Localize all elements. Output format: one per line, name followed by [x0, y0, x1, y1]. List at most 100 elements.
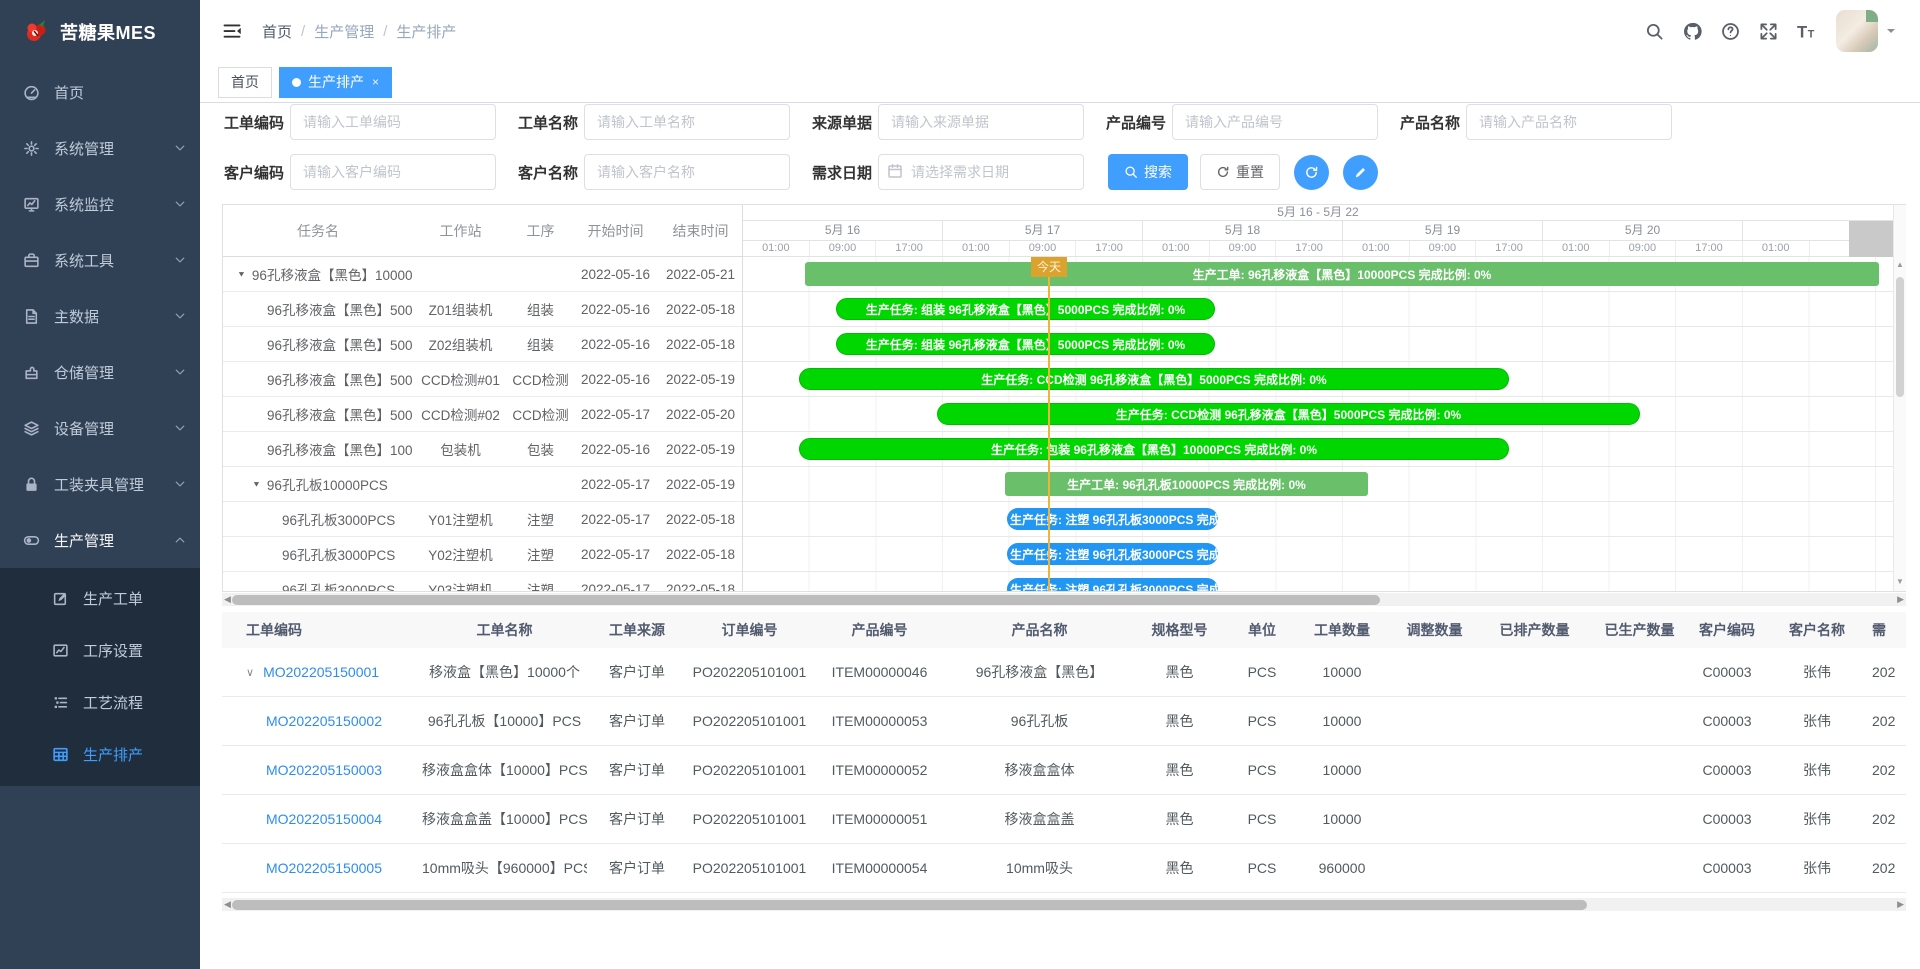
sidebar-item-system-mgmt[interactable]: 系统管理 — [0, 120, 200, 176]
table-row[interactable]: MO202205150003移液盒盒体【10000】PCS客户订单PO20220… — [222, 746, 1906, 795]
tab-label: 首页 — [231, 72, 259, 92]
search-button[interactable]: 搜索 — [1108, 154, 1188, 190]
work-order-link[interactable]: MO202205150004 — [266, 811, 382, 827]
sidebar-item-work-order[interactable]: 生产工单 — [0, 572, 200, 624]
breadcrumb-production[interactable]: 生产管理 — [314, 21, 374, 42]
refresh-circle-button[interactable] — [1294, 155, 1329, 190]
gantt-task-row[interactable]: 96孔移液盒【黑色】5000PZ01组装机组装2022-05-162022-05… — [223, 292, 742, 327]
tab-scheduling[interactable]: 生产排产× — [279, 67, 392, 98]
filter-input[interactable] — [878, 154, 1084, 190]
sidebar-item-process-setting[interactable]: 工序设置 — [0, 624, 200, 676]
warehouse-icon — [20, 364, 42, 381]
caret-down-icon[interactable] — [1886, 26, 1896, 36]
close-icon[interactable]: × — [372, 75, 379, 89]
gantt-task-row[interactable]: 96孔孔板3000PCSY01注塑机注塑2022-05-172022-05-18 — [223, 502, 742, 537]
tab-home[interactable]: 首页 — [218, 67, 272, 98]
expand-row-icon[interactable]: ∨ — [246, 666, 254, 679]
gantt-task-start: 2022-05-16 — [573, 302, 658, 317]
filter-input[interactable] — [290, 104, 496, 140]
scroll-down-icon[interactable]: ▼ — [1894, 577, 1906, 586]
gantt-order-bar[interactable]: 生产工单: 96孔移液盒【黑色】10000PCS 完成比例: 0% — [805, 262, 1879, 286]
lock-icon — [20, 476, 42, 493]
table-column-header: 订单编号 — [687, 620, 812, 640]
filter-input[interactable] — [878, 104, 1084, 140]
help-icon[interactable] — [1721, 22, 1740, 41]
scroll-left-icon[interactable]: ◀ — [224, 593, 231, 606]
sidebar-item-scheduling[interactable]: 生产排产 — [0, 728, 200, 780]
table-cell-source: 客户订单 — [587, 760, 687, 780]
gantt-task-row[interactable]: 96孔移液盒【黑色】5000PCCD检测#02CCD检测2022-05-1720… — [223, 397, 742, 432]
flow-icon — [49, 694, 71, 711]
table-row[interactable]: MO202205150004移液盒盒盖【10000】PCS客户订单PO20220… — [222, 795, 1906, 844]
gantt-task-bar[interactable]: 生产任务: CCD检测 96孔移液盒【黑色】5000PCS 完成比例: 0% — [937, 403, 1640, 425]
edit-circle-button[interactable] — [1343, 155, 1378, 190]
gantt-task-bar[interactable]: 生产任务: 注塑 96孔孔板3000PCS 完成 — [1007, 508, 1218, 530]
work-order-link[interactable]: MO202205150003 — [266, 762, 382, 778]
gantt-task-row[interactable]: 96孔移液盒【黑色】5000PCCD检测#01CCD检测2022-05-1620… — [223, 362, 742, 397]
gantt-task-row[interactable]: 96孔孔板3000PCSY02注塑机注塑2022-05-172022-05-18 — [223, 537, 742, 572]
sidebar-item-warehouse-mgmt[interactable]: 仓储管理 — [0, 344, 200, 400]
gantt-task-process: 注塑 — [508, 509, 573, 529]
gantt-vertical-scrollbar[interactable]: ▲ ▼ — [1893, 205, 1906, 591]
filter-input[interactable] — [584, 104, 790, 140]
gantt-task-row[interactable]: 96孔移液盒【黑色】1000包装机包装2022-05-162022-05-19 — [223, 432, 742, 467]
breadcrumb-home[interactable]: 首页 — [262, 21, 292, 42]
filter-input[interactable] — [290, 154, 496, 190]
gantt-task-bar[interactable]: 生产任务: 注塑 96孔孔板3000PCS 完成 — [1007, 578, 1218, 591]
table-column-header: 工单编码 — [222, 620, 422, 640]
github-icon[interactable] — [1683, 22, 1702, 41]
gantt-bar-label: 生产任务: 注塑 96孔孔板3000PCS 完成 — [1010, 511, 1218, 528]
tree-expand-icon[interactable]: ▼ — [237, 270, 246, 279]
work-order-link[interactable]: MO202205150001 — [263, 664, 379, 680]
table-row[interactable]: MO20220515000510mm吸头【960000】PCS客户订单PO202… — [222, 844, 1906, 893]
sidebar-item-system-monitor[interactable]: 系统监控 — [0, 176, 200, 232]
gear-icon — [20, 140, 42, 157]
gantt-task-row[interactable]: ▼96孔孔板10000PCS2022-05-172022-05-19 — [223, 467, 742, 502]
search-icon[interactable] — [1645, 22, 1664, 41]
table-cell-name: 96孔孔板【10000】PCS — [422, 711, 587, 731]
table-column-header: 产品名称 — [947, 620, 1132, 640]
work-order-link[interactable]: MO202205150005 — [266, 860, 382, 876]
scrollbar-thumb[interactable] — [232, 900, 1587, 910]
sidebar-item-equipment-mgmt[interactable]: 设备管理 — [0, 400, 200, 456]
sidebar-collapse-icon[interactable] — [222, 21, 242, 41]
gantt-horizontal-scrollbar[interactable]: ◀ ▶ — [222, 593, 1906, 606]
gantt-order-bar[interactable]: 生产工单: 96孔孔板10000PCS 完成比例: 0% — [1005, 472, 1368, 496]
sidebar-item-process-flow[interactable]: 工艺流程 — [0, 676, 200, 728]
table-row[interactable]: ∨MO202205150001移液盒【黑色】10000个客户订单PO202205… — [222, 648, 1906, 697]
sidebar-item-production-mgmt[interactable]: 生产管理 — [0, 512, 200, 568]
fullscreen-icon[interactable] — [1759, 22, 1778, 41]
sidebar-item-label: 主数据 — [54, 306, 99, 327]
gantt-task-bar[interactable]: 生产任务: CCD检测 96孔移液盒【黑色】5000PCS 完成比例: 0% — [799, 368, 1509, 390]
gantt-task-bar[interactable]: 生产任务: 组装 96孔移液盒【黑色】5000PCS 完成比例: 0% — [836, 333, 1215, 355]
gantt-task-row[interactable]: 96孔孔板3000PCSY03注塑机注塑2022-05-172022-05-18 — [223, 572, 742, 591]
table-horizontal-scrollbar[interactable]: ◀ ▶ — [222, 898, 1906, 911]
gantt-task-bar[interactable]: 生产任务: 组装 96孔移液盒【黑色】5000PCS 完成比例: 0% — [836, 298, 1215, 320]
chevron-down-icon — [174, 142, 186, 154]
reset-button[interactable]: 重置 — [1200, 154, 1280, 190]
filter-input[interactable] — [1172, 104, 1378, 140]
gantt-task-row[interactable]: 96孔移液盒【黑色】5000PZ02组装机组装2022-05-162022-05… — [223, 327, 742, 362]
filter-input[interactable] — [584, 154, 790, 190]
work-order-link[interactable]: MO202205150002 — [266, 713, 382, 729]
scrollbar-thumb[interactable] — [232, 595, 1380, 605]
tree-expand-icon[interactable]: ▼ — [252, 480, 261, 489]
scrollbar-thumb[interactable] — [1896, 277, 1904, 397]
table-row[interactable]: MO20220515000296孔孔板【10000】PCS客户订单PO20220… — [222, 697, 1906, 746]
task-name-text: 96孔孔板3000PCS — [282, 509, 395, 529]
font-size-icon[interactable]: TT — [1797, 22, 1816, 41]
avatar[interactable] — [1836, 10, 1878, 52]
sidebar-item-system-tools[interactable]: 系统工具 — [0, 232, 200, 288]
scroll-up-icon[interactable]: ▲ — [1894, 260, 1906, 269]
sidebar-item-master-data[interactable]: 主数据 — [0, 288, 200, 344]
gantt-task-bar[interactable]: 生产任务: 包装 96孔移液盒【黑色】10000PCS 完成比例: 0% — [799, 438, 1509, 460]
scroll-left-icon[interactable]: ◀ — [224, 898, 231, 911]
scroll-right-icon[interactable]: ▶ — [1897, 593, 1904, 606]
gantt-task-row[interactable]: ▼96孔移液盒【黑色】10000P2022-05-162022-05-21 — [223, 257, 742, 292]
sidebar-item-fixture-mgmt[interactable]: 工装夹具管理 — [0, 456, 200, 512]
filter-input[interactable] — [1466, 104, 1672, 140]
gantt-task-bar[interactable]: 生产任务: 注塑 96孔孔板3000PCS 完成 — [1007, 543, 1218, 565]
sidebar-item-home[interactable]: 首页 — [0, 64, 200, 120]
gantt-hour-cell: 17:00 — [1476, 241, 1543, 256]
scroll-right-icon[interactable]: ▶ — [1897, 898, 1904, 911]
